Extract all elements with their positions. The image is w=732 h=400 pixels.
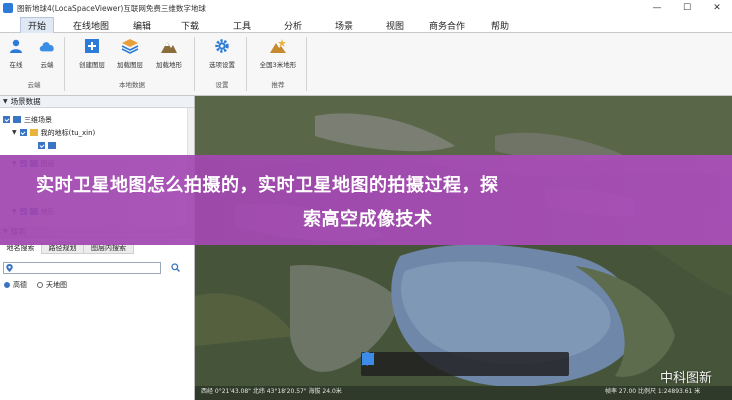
mountain-star-icon: [269, 37, 287, 55]
left-panel: ▼ 场景数据 三维场景 ▼ 我的地标(tu_xin) ▼ 图层 ▼: [0, 96, 195, 400]
my-layer-checkbox[interactable]: [19, 129, 27, 136]
national-terrain-label: 全国3米地形: [259, 61, 297, 69]
scene-data-header[interactable]: ▼ 场景数据: [0, 96, 194, 108]
ribbon-separator: [194, 37, 195, 91]
scale-readout: 帧率 27.00 比例尺 1:24893.61 米: [605, 388, 701, 395]
tab-analysis[interactable]: 分析: [276, 17, 310, 33]
group-label-cloud: 云端: [27, 81, 41, 89]
location-pin-icon: [6, 264, 13, 272]
tab-business[interactable]: 商务合作: [423, 17, 471, 33]
terrain-icon: [160, 37, 178, 55]
tab-help[interactable]: 帮助: [483, 17, 517, 33]
select-arrow-icon[interactable]: [363, 353, 425, 373]
load-layer-label: 加载图层: [117, 61, 143, 69]
tree-row-child[interactable]: [38, 140, 59, 151]
window-title: 图新地球4(LocaSpaceViewer)互联网免费三维数字地球: [17, 3, 206, 13]
cloud-label: 云端: [40, 61, 54, 69]
search-input[interactable]: [3, 262, 161, 274]
group-label-local-data: 本地数据: [119, 81, 145, 89]
map-toolbar: [361, 352, 569, 376]
folder-icon: [29, 129, 38, 136]
tab-scene[interactable]: 场景: [327, 17, 361, 33]
app-logo-icon: [3, 3, 13, 13]
amap-radio[interactable]: [4, 282, 10, 288]
source-watermark: 中科图新: [660, 371, 713, 386]
minimize-button[interactable]: —: [642, 0, 672, 16]
draw-line-icon[interactable]: [361, 352, 490, 373]
measure-chart-icon[interactable]: [362, 355, 556, 373]
cloud-button[interactable]: 云端: [28, 37, 66, 69]
national-terrain-button[interactable]: 全国3米地形: [256, 37, 300, 69]
create-layer-label: 创建图层: [79, 61, 105, 69]
root-label: 三维场景: [24, 115, 52, 124]
tree-row-my-layer[interactable]: ▼ 我的地标(tu_xin): [12, 127, 95, 138]
amap-label: 高德: [13, 281, 27, 289]
tab-download[interactable]: 下载: [173, 17, 207, 33]
map-view[interactable]: 中科图新 西经 0°21'43.08" 北纬 43°18'20.57" 海拔 2…: [195, 96, 732, 400]
search-icon[interactable]: [171, 263, 180, 272]
online-label: 在线: [9, 61, 23, 69]
ribbon-toolbar: 在线 云端 创建图层 加载图层 加载地形 选项设置 全国3米地形 云端 本地数据…: [0, 33, 732, 96]
create-layer-button[interactable]: 创建图层: [73, 37, 111, 69]
tianditu-radio[interactable]: [37, 282, 43, 288]
cloud-icon: [38, 37, 56, 55]
group-label-settings: 设置: [215, 81, 229, 89]
group-label-recommend: 推荐: [271, 81, 285, 89]
gear-icon: [213, 37, 231, 55]
scene-data-title: 场景数据: [10, 97, 41, 106]
maximize-button[interactable]: ☐: [672, 0, 702, 16]
pan-hand-icon[interactable]: [362, 353, 392, 373]
globe-icon: [13, 116, 21, 123]
options-label: 选项设置: [209, 61, 235, 69]
options-button[interactable]: 选项设置: [203, 37, 241, 69]
user-icon: [7, 37, 25, 55]
tab-edit[interactable]: 编辑: [125, 17, 159, 33]
ribbon-separator: [306, 37, 307, 91]
draw-polygon-icon[interactable]: [362, 353, 523, 373]
tree-row-root[interactable]: 三维场景: [3, 114, 52, 125]
place-marker-icon[interactable]: [362, 352, 458, 373]
ribbon-separator: [64, 37, 65, 91]
load-terrain-label: 加载地形: [156, 61, 182, 69]
my-layer-label: 我的地标(tu_xin): [40, 128, 96, 137]
child-checkbox[interactable]: [38, 142, 45, 149]
coordinate-readout: 西经 0°21'43.08" 北纬 43°18'20.57" 海拔 24.0米: [201, 388, 342, 395]
folder-icon: [48, 142, 56, 149]
load-layer-button[interactable]: 加载图层: [111, 37, 149, 69]
tab-start[interactable]: 开始: [20, 17, 54, 33]
title-bar: 图新地球4(LocaSpaceViewer)互联网免费三维数字地球 — ☐ ✕: [0, 0, 732, 16]
expand-triangle-icon[interactable]: ▼: [12, 129, 17, 136]
add-layer-icon: [83, 37, 101, 55]
tab-online-map[interactable]: 在线地图: [66, 17, 116, 33]
headline-line-2: 索高空成像技术: [303, 209, 433, 230]
collapse-triangle-icon[interactable]: ▼: [3, 98, 8, 105]
root-checkbox[interactable]: [3, 116, 10, 123]
close-button[interactable]: ✕: [702, 0, 732, 16]
headline-banner: 实时卫星地图怎么拍摄的，实时卫星地图的拍摄过程，探 索高空成像技术: [0, 155, 732, 245]
layers-icon: [121, 37, 139, 55]
map-source-radio-group: 高德 天地图: [4, 280, 67, 290]
headline-line-1: 实时卫星地图怎么拍摄的，实时卫星地图的拍摄过程，探: [36, 175, 499, 196]
tianditu-label: 天地图: [46, 281, 67, 289]
tab-tools[interactable]: 工具: [225, 17, 259, 33]
tab-view[interactable]: 视图: [378, 17, 412, 33]
load-terrain-button[interactable]: 加载地形: [150, 37, 188, 69]
ribbon-separator: [246, 37, 247, 91]
menu-bar: 开始 在线地图 编辑 下载 工具 分析 场景 视图 商务合作 帮助: [0, 16, 732, 33]
